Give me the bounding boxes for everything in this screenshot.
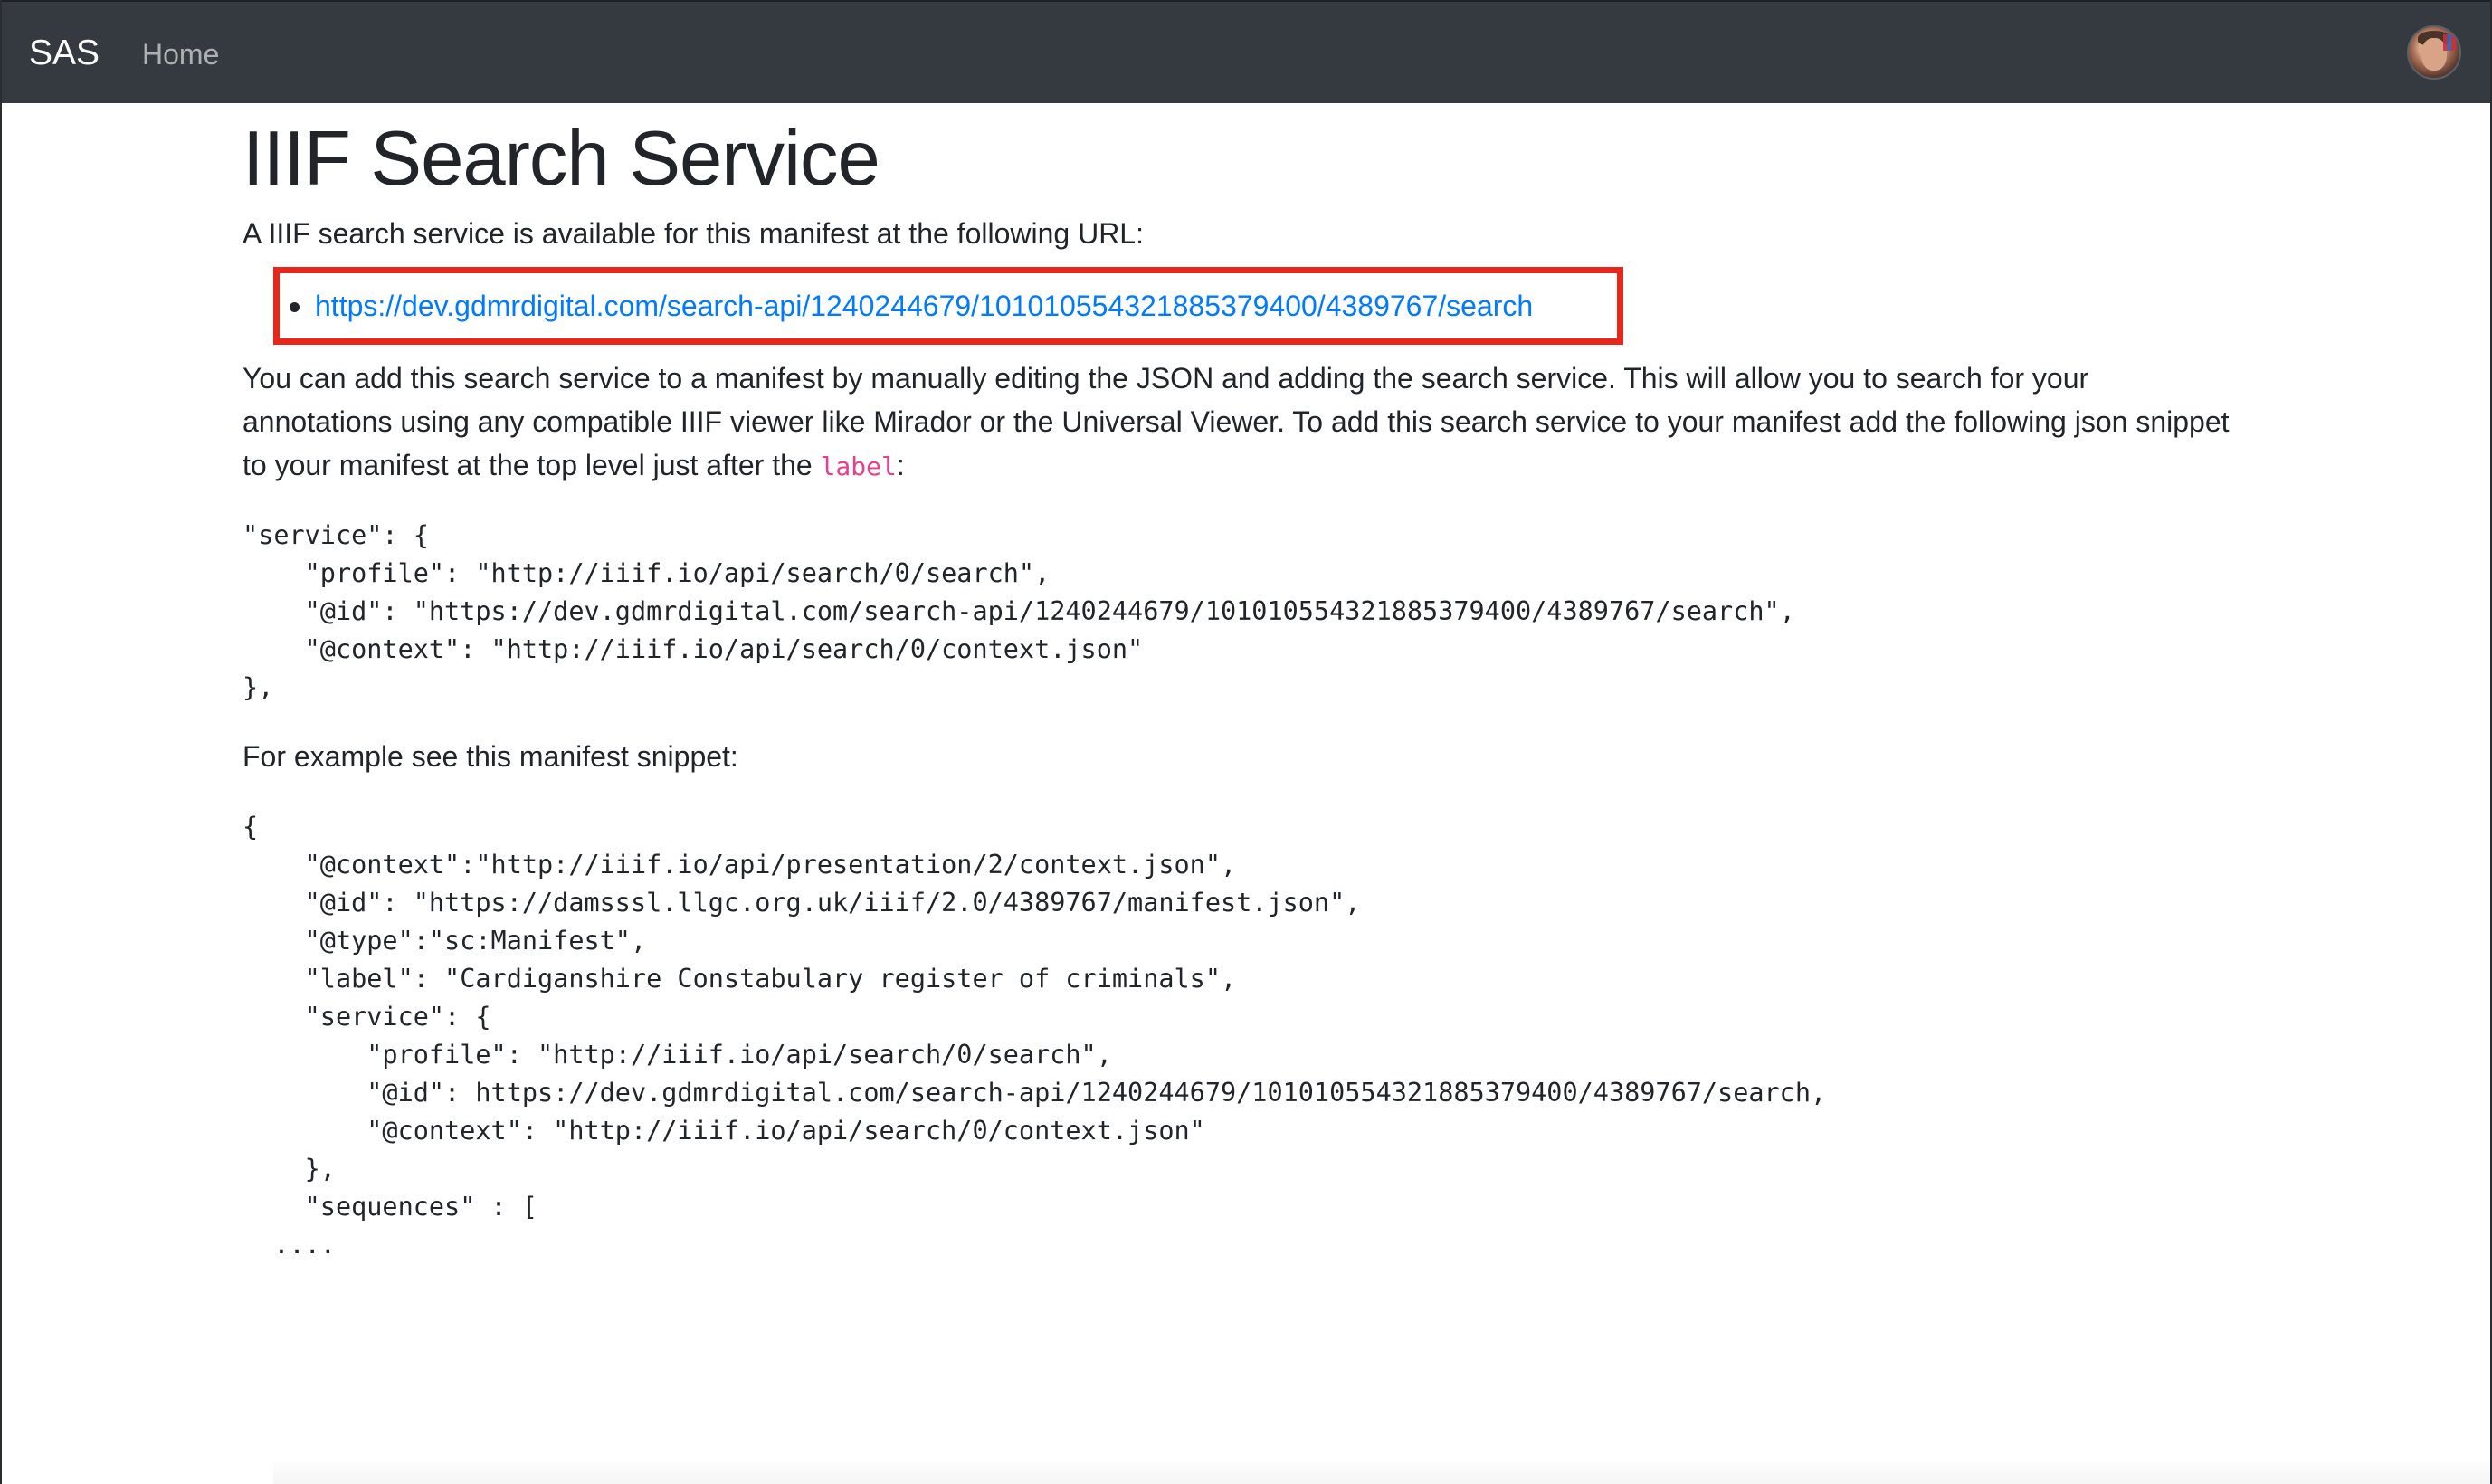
description-text: You can add this search service to a man… bbox=[243, 357, 2233, 489]
service-json-snippet: "service": { "profile": "http://iiif.io/… bbox=[243, 520, 1795, 702]
search-url-list: https://dev.gdmrdigital.com/search-api/1… bbox=[288, 284, 1533, 328]
bottom-edge-shadow bbox=[273, 1457, 2492, 1484]
list-item: https://dev.gdmrdigital.com/search-api/1… bbox=[288, 284, 1533, 328]
inline-code-label: label bbox=[820, 452, 897, 481]
intro-text: A IIIF search service is available for t… bbox=[243, 217, 1144, 250]
page-title: IIIF Search Service bbox=[243, 116, 880, 202]
user-avatar-icon[interactable] bbox=[2407, 25, 2461, 80]
brand-link[interactable]: SAS bbox=[29, 31, 100, 76]
nav-home-link[interactable]: Home bbox=[142, 34, 219, 74]
top-navbar: SAS Home bbox=[2, 0, 2490, 103]
description-text-main: You can add this search service to a man… bbox=[243, 362, 2230, 481]
example-intro-text: For example see this manifest snippet: bbox=[243, 740, 738, 773]
manifest-json-snippet: { "@context":"http://iiif.io/api/present… bbox=[243, 812, 1827, 1260]
browser-window: SAS Home IIIF Search Service A IIIF sear… bbox=[0, 0, 2492, 1484]
description-text-end: : bbox=[896, 449, 905, 481]
bullet-icon bbox=[290, 302, 300, 312]
avatar-badge-icon bbox=[2443, 34, 2456, 51]
search-url-link[interactable]: https://dev.gdmrdigital.com/search-api/1… bbox=[315, 290, 1533, 322]
